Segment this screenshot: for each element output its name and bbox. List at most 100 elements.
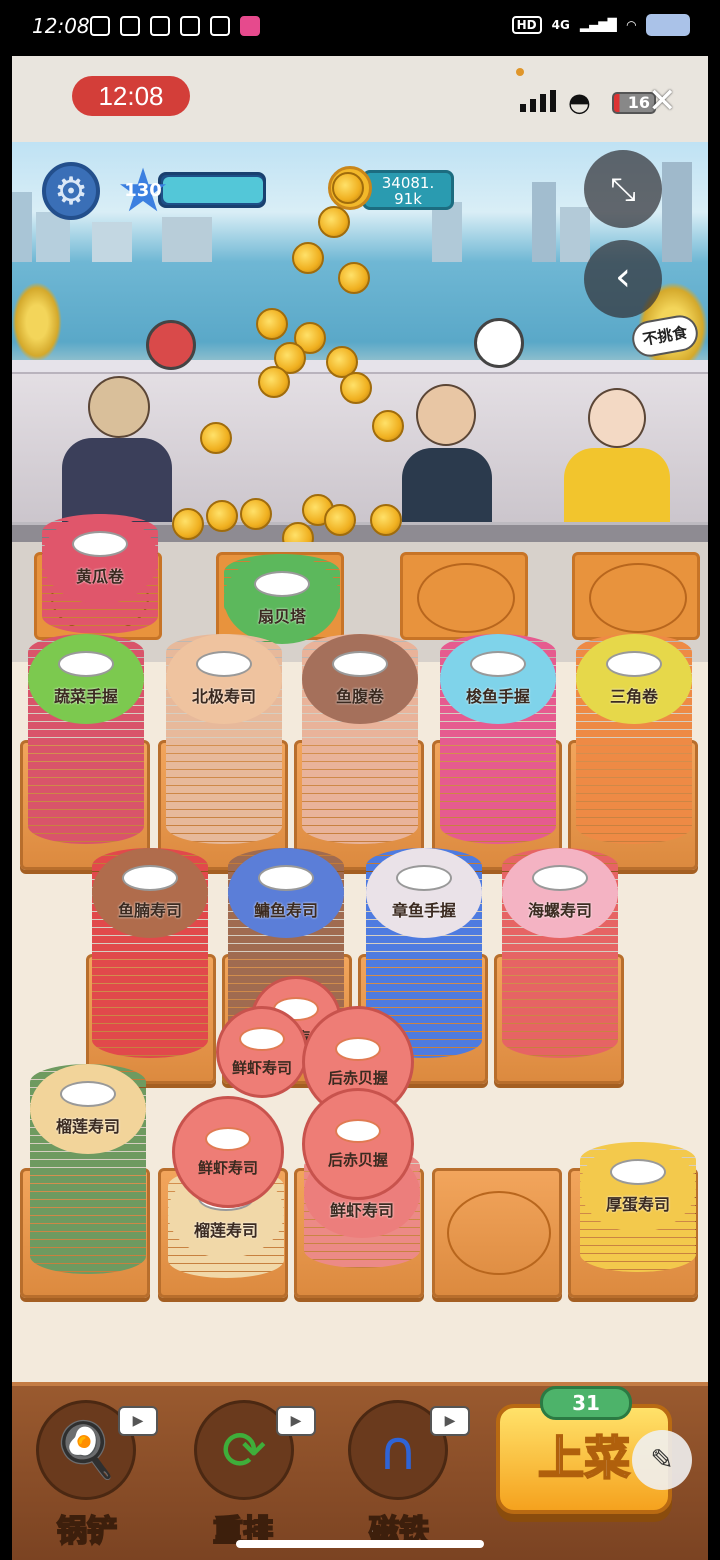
stack-label: 榴莲寿司	[55, 1117, 120, 1136]
stack-label: 三角卷	[609, 687, 658, 706]
pink-app-icon	[240, 16, 260, 36]
moving-plate: 鲜虾寿司	[216, 1006, 308, 1098]
coin-icon	[324, 504, 356, 536]
plate-stack[interactable]: 海螺寿司	[502, 848, 618, 1058]
serve-slot-4[interactable]	[572, 552, 700, 640]
level-progress-bar	[158, 172, 266, 208]
stack-label: 梭鱼手握	[465, 687, 530, 706]
coin-icon	[200, 422, 232, 454]
empty-tray[interactable]	[432, 1168, 562, 1298]
game-clock: 12:08	[72, 76, 190, 116]
sushi-icon	[72, 531, 128, 557]
order-bubble-nigiri-icon	[474, 318, 524, 368]
home-indicator[interactable]	[236, 1540, 484, 1548]
stack-top: 鱼腩寿司	[92, 848, 208, 938]
coin-icon	[332, 172, 364, 204]
stack-label: 榴莲寿司	[193, 1221, 258, 1240]
stack-label: 鱼腹卷	[335, 687, 384, 706]
hd-badge: HD	[511, 16, 542, 34]
sushi-icon	[258, 865, 314, 891]
stack-label: 黄瓜卷	[75, 567, 124, 586]
wifi-icon: ◓	[568, 88, 591, 118]
plate-label: 鲜虾寿司	[231, 1058, 292, 1077]
doc-icon	[210, 16, 230, 36]
spatula-label: 锅铲	[56, 1513, 118, 1550]
coin-icon	[240, 498, 272, 530]
stack-top: 黄瓜卷	[42, 514, 158, 604]
order-bubble-sushi-roll-icon	[146, 320, 196, 370]
coin-icon	[340, 372, 372, 404]
plate-stack[interactable]: 榴莲寿司	[30, 1064, 146, 1274]
coin-icon	[292, 242, 324, 274]
coin-counter: 34081. 91k	[362, 170, 454, 210]
plate-stack[interactable]: 扇贝塔	[224, 554, 340, 644]
video-ad-icon: ▶	[276, 1406, 316, 1436]
sushi-icon	[196, 651, 252, 677]
game-window: 12:08 ◓ 16 ✕ ⚙ ★ 130 34081. 91k ♛ ⤡ ‹	[12, 56, 708, 1560]
level-progress-fill	[163, 177, 263, 203]
stack-top: 厚蛋寿司	[580, 1142, 696, 1232]
sushi-icon	[470, 651, 526, 677]
plate-stack[interactable]: 黄瓜卷	[42, 514, 158, 634]
stack-top: 鳙鱼寿司	[228, 848, 344, 938]
status-right: HD 4G ▂▄▆█ ◠	[511, 14, 690, 36]
settings-gear-icon[interactable]: ⚙	[42, 162, 100, 220]
video-ad-icon: ▶	[118, 1406, 158, 1436]
plate-stack[interactable]: 北极寿司	[166, 634, 282, 844]
plate-stack[interactable]: 蔬菜手握	[28, 634, 144, 844]
shrimp-sushi-icon	[335, 1036, 381, 1061]
play-icon	[180, 16, 200, 36]
stack-label: 章鱼手握	[391, 901, 456, 920]
sushi-icon	[606, 651, 662, 677]
shrimp-sushi-icon	[335, 1118, 381, 1143]
stack-top: 鱼腹卷	[302, 634, 418, 724]
customer-middle	[392, 378, 502, 528]
video-icon	[90, 16, 110, 36]
plate-stack[interactable]: 三角卷	[576, 634, 692, 844]
serve-slot-3[interactable]	[400, 552, 528, 640]
plate-stack[interactable]: 厚蛋寿司	[580, 1142, 696, 1272]
floating-note-icon[interactable]: ✎	[632, 1430, 692, 1490]
stack-top: 海螺寿司	[502, 848, 618, 938]
stack-label: 海螺寿司	[527, 901, 592, 920]
sushi-icon	[610, 1159, 666, 1185]
minimize-icon[interactable]: ⤡	[584, 150, 662, 228]
sushi-icon	[532, 865, 588, 891]
moving-plate: 鲜虾寿司	[172, 1096, 284, 1208]
sushi-icon	[396, 865, 452, 891]
stack-top: 蔬菜手握	[28, 634, 144, 724]
game-top-bar: 12:08 ◓ 16 ✕	[12, 56, 708, 142]
coin-icon	[256, 308, 288, 340]
back-arrow-icon[interactable]: ‹	[584, 240, 662, 318]
status-time: 12:08	[32, 14, 90, 38]
coin-icon	[338, 262, 370, 294]
coin-icon	[372, 410, 404, 442]
stack-top: 三角卷	[576, 634, 692, 724]
close-icon[interactable]: ✕	[648, 84, 677, 118]
restaurant-scene: ⚙ ★ 130 34081. 91k ♛ ⤡ ‹ 不挑食	[12, 142, 708, 542]
notification-icons	[90, 16, 260, 36]
coin-icon	[206, 500, 238, 532]
sushi-icon	[58, 651, 114, 677]
stack-label: 鲜虾寿司	[329, 1201, 394, 1220]
plate-stack[interactable]: 鱼腩寿司	[92, 848, 208, 1058]
tiktok-icon	[150, 16, 170, 36]
customer-right-bunny	[552, 348, 682, 528]
stack-label: 北极寿司	[191, 687, 256, 706]
plate-stack[interactable]: 梭鱼手握	[440, 634, 556, 844]
shrimp-sushi-icon	[205, 1126, 251, 1151]
stack-top: 榴莲寿司	[30, 1064, 146, 1154]
coin-icon	[258, 366, 290, 398]
stack-label: 鱼腩寿司	[117, 901, 182, 920]
stack-top: 章鱼手握	[366, 848, 482, 938]
shrimp-sushi-icon	[239, 1026, 285, 1051]
status-bar: 12:08 HD 4G ▂▄▆█ ◠	[0, 0, 720, 56]
coin-icon	[318, 206, 350, 238]
plate-label: 鲜虾寿司	[197, 1158, 258, 1177]
plate-stack[interactable]: 鱼腹卷	[302, 634, 418, 844]
serve-count-badge: 31	[540, 1386, 632, 1420]
stack-label: 厚蛋寿司	[605, 1195, 670, 1214]
sushi-icon	[332, 651, 388, 677]
flower-bush	[12, 282, 62, 362]
network-label: 4G	[551, 18, 570, 32]
